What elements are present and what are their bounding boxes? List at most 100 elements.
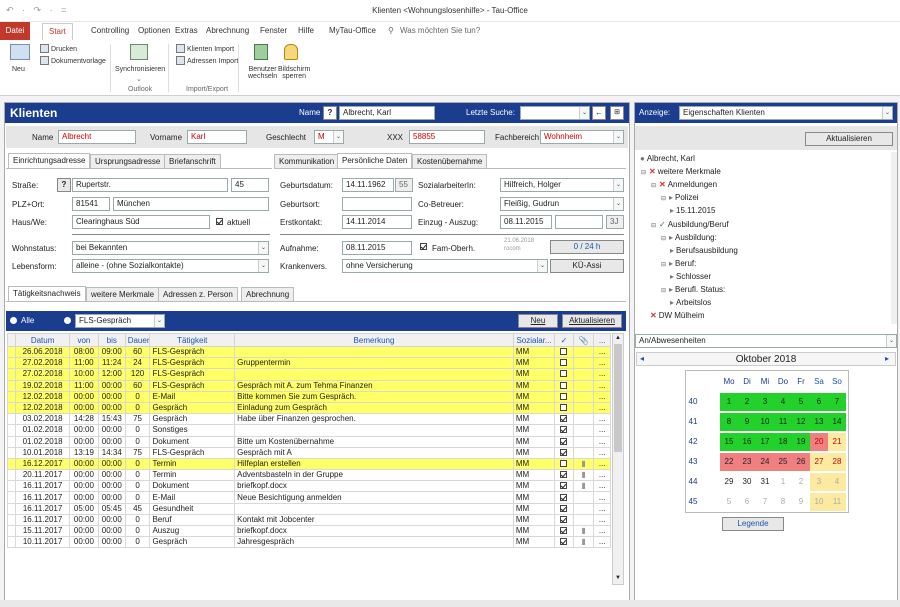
- calendar-day[interactable]: 7: [828, 393, 846, 411]
- calendar-day[interactable]: 23: [738, 453, 756, 471]
- table-row[interactable]: 10.11.2017 00:00 00:00 0 Gespräch Jahresgespr…: [6, 536, 611, 549]
- menu-mytau-office[interactable]: MyTau-Office: [329, 26, 376, 35]
- hausnummer-field[interactable]: 45: [231, 178, 269, 192]
- scroll-down-icon[interactable]: ▼: [614, 575, 622, 583]
- tab-kostenuebernahme[interactable]: Kostenübernahme: [412, 154, 488, 168]
- tab-abrechnung[interactable]: Abrechnung: [241, 287, 295, 301]
- collapse-icon[interactable]: ⊟: [660, 236, 667, 243]
- lock-icon[interactable]: [284, 44, 298, 60]
- anzeige-dropdown[interactable]: Eigenschaften Klienten ⌄: [679, 106, 893, 120]
- menu-controlling[interactable]: Controlling: [91, 26, 129, 35]
- search-icon[interactable]: ⚲: [388, 26, 394, 35]
- column-header-von[interactable]: von: [68, 333, 99, 347]
- tree-node[interactable]: ▸ 15.11.2015: [670, 206, 715, 215]
- menu-start[interactable]: Start: [42, 23, 73, 40]
- done-checkbox[interactable]: [560, 538, 568, 546]
- table-row[interactable]: 27.02.2018 10:00 12:00 120 FLS-Gespräch MM...: [6, 368, 611, 381]
- collapse-icon[interactable]: ⊟: [660, 196, 667, 203]
- fachbereich-dropdown[interactable]: Wohnheim ⌄: [540, 130, 624, 144]
- collapse-icon[interactable]: ⊟: [650, 183, 657, 190]
- paperclip-icon[interactable]: ▮: [581, 538, 585, 547]
- tree-node[interactable]: ⊟ ▸ Berufl. Status:: [660, 285, 725, 295]
- drucken-button[interactable]: Drucken: [40, 44, 77, 53]
- calendar-day[interactable]: 5: [720, 493, 738, 511]
- sync-icon[interactable]: [130, 44, 148, 60]
- table-row[interactable]: 01.02.2018 00:00 00:00 0 Dokument Bitte um Ko…: [6, 435, 611, 448]
- table-row[interactable]: 03.02.2018 14:28 15:43 75 Gespräch Habe über …: [6, 413, 611, 426]
- tab-kommunikation[interactable]: Kommunikation: [274, 154, 340, 168]
- calendar-day[interactable]: 12: [792, 413, 810, 431]
- calendar-day[interactable]: 2: [738, 393, 756, 411]
- tab-adressen-z-person[interactable]: Adressen z. Person: [158, 287, 238, 301]
- back-button[interactable]: ←: [592, 106, 606, 120]
- calendar-day[interactable]: 25: [774, 453, 792, 471]
- calendar-day[interactable]: 3: [810, 473, 828, 491]
- user-switch-icon[interactable]: [254, 44, 268, 60]
- new-icon[interactable]: [10, 44, 30, 60]
- tab-persoenliche-daten[interactable]: Persönliche Daten: [337, 153, 413, 168]
- tree-scrollbar[interactable]: [891, 152, 897, 324]
- table-row[interactable]: 27.02.2018 11:00 11:24 24 FLS-Gespräch Gruppe…: [6, 357, 611, 370]
- done-checkbox[interactable]: [560, 448, 568, 456]
- neu-button[interactable]: Neu: [12, 66, 25, 73]
- erstkontakt-field[interactable]: 14.11.2014: [342, 215, 412, 229]
- tab-weitere-merkmale[interactable]: weitere Merkmale: [86, 287, 160, 301]
- tree-node[interactable]: ⊟ ✕ weitere Merkmale: [640, 167, 721, 177]
- more-button[interactable]: ...: [593, 502, 611, 515]
- done-checkbox[interactable]: [560, 493, 568, 501]
- name-field[interactable]: Albrecht: [58, 130, 136, 144]
- paperclip-icon[interactable]: ▮: [581, 482, 585, 491]
- done-checkbox[interactable]: [560, 392, 568, 400]
- column-header-datum[interactable]: Datum: [15, 333, 70, 347]
- tree-node[interactable]: ● Albrecht, Karl: [640, 154, 695, 163]
- tree-node[interactable]: ✕ DW Mülheim: [650, 311, 704, 320]
- dokumentvorlage-button[interactable]: Dokumentvorlage: [40, 56, 106, 65]
- done-checkbox[interactable]: [560, 370, 568, 378]
- calendar-day[interactable]: 13: [810, 413, 828, 431]
- calendar-day[interactable]: 3: [756, 393, 774, 411]
- calendar-day[interactable]: 9: [738, 413, 756, 431]
- neu-activity-button[interactable]: Neu: [518, 314, 558, 328]
- more-button[interactable]: ...: [593, 491, 611, 504]
- name-help-button[interactable]: ?: [323, 106, 337, 120]
- tab-taetigkeitsnachweis[interactable]: Tätigkeitsnachweis: [8, 286, 86, 301]
- fam-oberh-checkbox[interactable]: [420, 243, 427, 250]
- table-row[interactable]: 10.01.2018 13:19 14:34 75 FLS-Gespräch Gesprä…: [6, 446, 611, 459]
- calendar-day[interactable]: 4: [828, 473, 846, 491]
- auszug-field[interactable]: [555, 215, 603, 229]
- calendar-day[interactable]: 17: [756, 433, 774, 451]
- aktuell-checkbox[interactable]: [216, 218, 223, 225]
- tree-node[interactable]: ⊟ ✓ Ausbildung/Beruf: [650, 220, 729, 230]
- table-row[interactable]: 16.11.2017 00:00 00:00 0 Beruf Kontakt mit Jo…: [6, 513, 611, 527]
- menu-hilfe[interactable]: Hilfe: [298, 26, 314, 35]
- chevron-down-icon[interactable]: ⌄: [613, 179, 623, 191]
- tree-node[interactable]: ▸ Arbeitslos: [670, 298, 711, 307]
- wohnstatus-dropdown[interactable]: bei Bekannten ⌄: [72, 241, 269, 255]
- calendar-day[interactable]: 15: [720, 433, 738, 451]
- alle-radio[interactable]: [10, 317, 17, 324]
- einzug-field[interactable]: 08.11.2015: [500, 215, 552, 229]
- ku-assi-button[interactable]: KÜ-Assi: [550, 259, 624, 273]
- vorname-field[interactable]: Karl: [187, 130, 247, 144]
- next-month-icon[interactable]: ▸: [885, 354, 889, 363]
- geburtsdatum-field[interactable]: 14.11.1962: [342, 178, 394, 192]
- calendar-day[interactable]: 4: [774, 393, 792, 411]
- adressen-import-button[interactable]: Adressen Import: [176, 56, 238, 65]
- more-button[interactable]: ...: [593, 536, 611, 549]
- calendar-day[interactable]: 2: [792, 473, 810, 491]
- benutzer-wechseln-button[interactable]: Benutzer wechseln: [248, 66, 277, 80]
- calendar-day[interactable]: 6: [810, 393, 828, 411]
- done-checkbox[interactable]: [560, 381, 568, 389]
- xxx-field[interactable]: 58855: [409, 130, 485, 144]
- chevron-down-icon[interactable]: ⌄: [537, 260, 547, 272]
- tree-node[interactable]: ⊟ ▸ Polizei: [660, 193, 699, 203]
- column-header-dauer[interactable]: Dauer: [124, 333, 151, 347]
- calendar-day[interactable]: 7: [756, 493, 774, 511]
- table-row[interactable]: 16.11.2017 05:00 05:45 45 Gesundheit MM...: [6, 502, 611, 515]
- taetigkeit-filter-dropdown[interactable]: FLS-Gespräch ⌄: [75, 314, 165, 328]
- done-checkbox[interactable]: [560, 404, 568, 412]
- done-checkbox[interactable]: [560, 527, 568, 535]
- more-button[interactable]: ...: [593, 390, 611, 403]
- more-button[interactable]: ...: [593, 379, 611, 392]
- collapse-icon[interactable]: ⊟: [650, 223, 657, 230]
